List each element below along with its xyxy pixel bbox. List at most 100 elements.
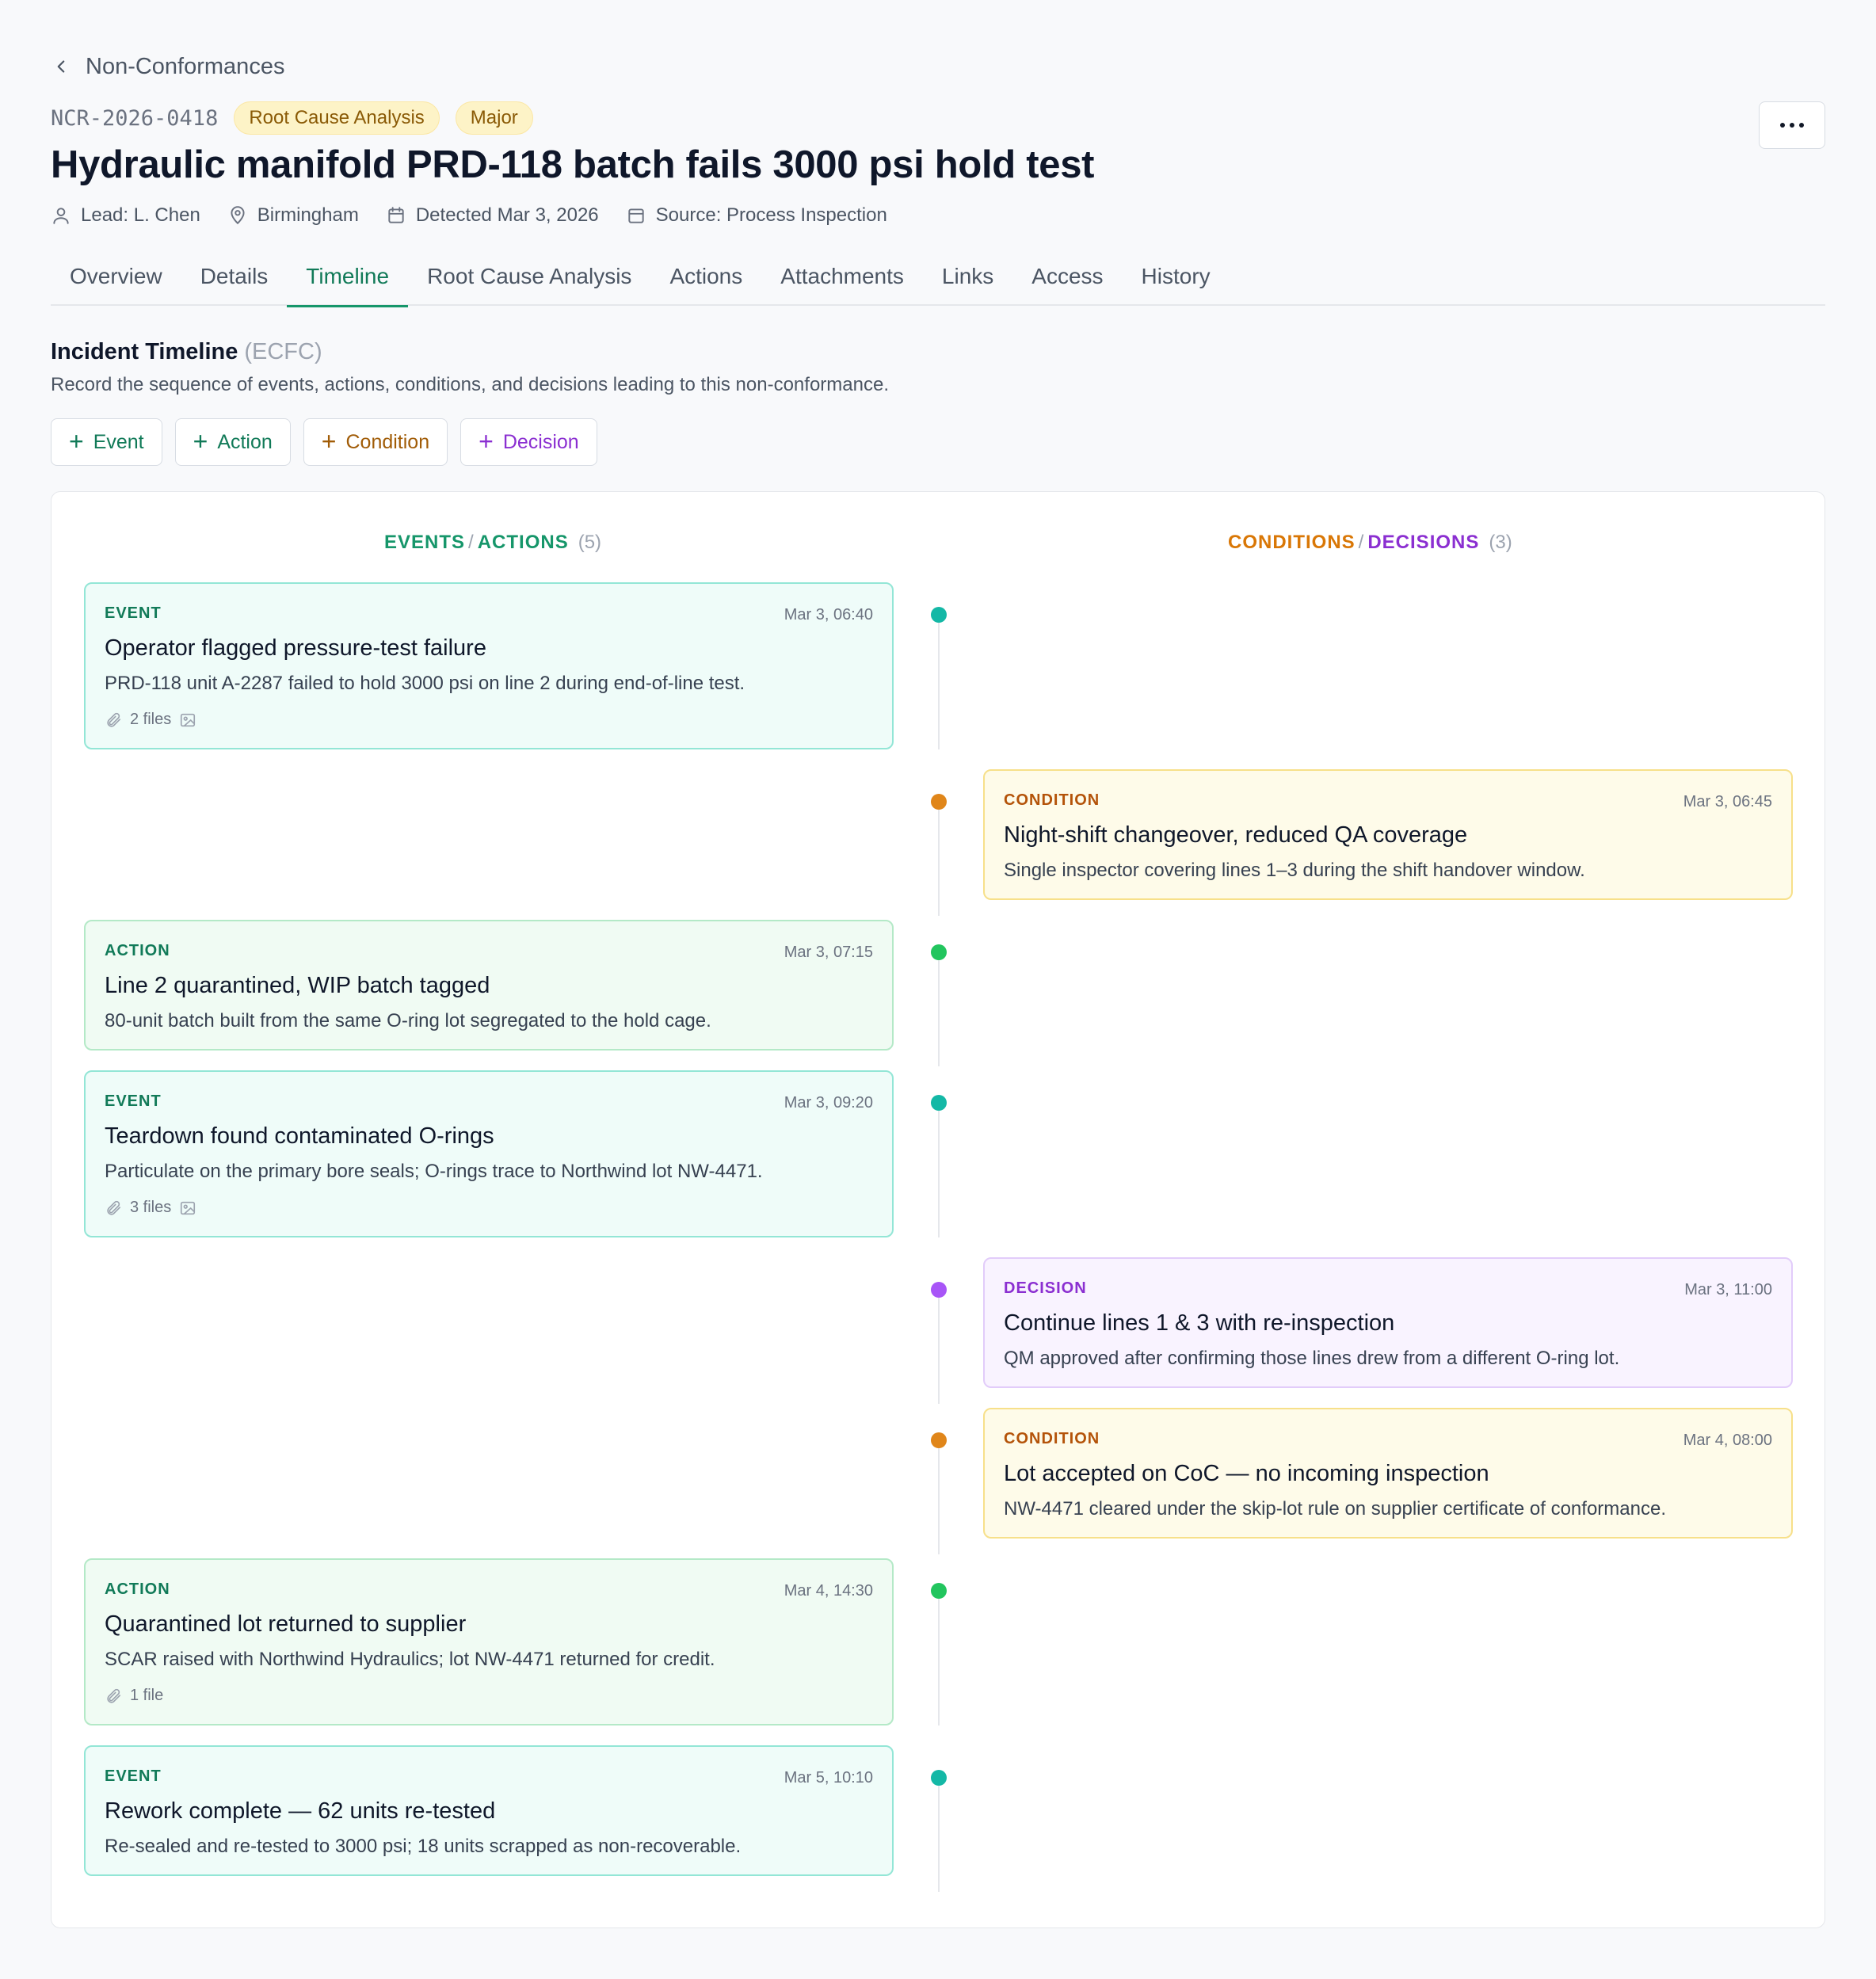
severity-badge: Major xyxy=(455,101,533,135)
entry-title: Teardown found contaminated O-rings xyxy=(105,1123,494,1149)
entry-title: Rework complete — 62 units re-tested xyxy=(105,1798,496,1824)
tab-overview[interactable]: Overview xyxy=(51,247,181,306)
tab-links[interactable]: Links xyxy=(923,247,1012,306)
paperclip-icon xyxy=(107,712,121,727)
entry-title: Line 2 quarantined, WIP batch tagged xyxy=(105,973,490,998)
condition-dot xyxy=(931,1432,947,1448)
timeline-entry-event[interactable]: EVENT Mar 3, 09:20 Teardown found contam… xyxy=(84,1070,894,1237)
chevron-left-icon xyxy=(57,60,65,73)
plus-icon: + xyxy=(193,426,208,456)
entry-description: Particulate on the primary bore seals; O… xyxy=(105,1161,763,1182)
tab-details[interactable]: Details xyxy=(181,247,288,306)
tab-timeline[interactable]: Timeline xyxy=(287,247,408,307)
timeline-connector xyxy=(938,1591,940,1725)
entry-description: Re-sealed and re-tested to 3000 psi; 18 … xyxy=(105,1836,742,1857)
tab-bar: Overview Details Timeline Root Cause Ana… xyxy=(51,247,1825,307)
tab-access[interactable]: Access xyxy=(1012,247,1122,306)
entry-time: Mar 3, 11:00 xyxy=(1684,1281,1772,1298)
timeline-connector xyxy=(938,1778,940,1892)
timeline-connector xyxy=(938,802,940,916)
entry-description: 80-unit batch built from the same O-ring… xyxy=(105,1010,711,1031)
event-dot xyxy=(931,607,947,623)
timeline-connector xyxy=(938,1103,940,1237)
entry-attachments[interactable]: 1 file xyxy=(105,1687,873,1705)
user-icon xyxy=(53,208,69,224)
add-condition-button[interactable]: + Condition xyxy=(303,418,448,466)
paperclip-icon xyxy=(107,1688,121,1703)
entry-description: QM approved after confirming those lines… xyxy=(1004,1348,1620,1369)
timeline-entry-event[interactable]: EVENT Mar 3, 06:40 Operator flagged pres… xyxy=(84,582,894,749)
timeline-connector xyxy=(938,1290,940,1404)
breadcrumb[interactable]: Non-Conformances xyxy=(51,51,284,82)
meta-source: Source: Process Inspection xyxy=(626,204,887,227)
event-dot xyxy=(931,1095,947,1111)
tab-attachments[interactable]: Attachments xyxy=(761,247,923,306)
timeline-entry-condition[interactable]: CONDITION Mar 3, 06:45 Night-shift chang… xyxy=(983,769,1793,900)
entry-title: Lot accepted on CoC — no incoming inspec… xyxy=(1004,1461,1489,1486)
add-decision-button[interactable]: + Decision xyxy=(460,418,597,466)
record-meta: Lead: L. Chen Birmingham Detected Mar 3,… xyxy=(51,201,914,230)
decision-dot xyxy=(931,1282,947,1298)
tab-history[interactable]: History xyxy=(1123,247,1230,306)
tab-actions[interactable]: Actions xyxy=(650,247,761,306)
page-title: Hydraulic manifold PRD-118 batch fails 3… xyxy=(51,143,1095,186)
action-dot xyxy=(931,1583,947,1599)
event-dot xyxy=(931,1770,947,1786)
breadcrumb-label: Non-Conformances xyxy=(86,53,285,79)
plus-icon: + xyxy=(69,426,84,456)
entry-attachments[interactable]: 3 files xyxy=(105,1199,873,1217)
entry-description: SCAR raised with Northwind Hydraulics; l… xyxy=(105,1649,715,1670)
timeline-entry-decision[interactable]: DECISION Mar 3, 11:00 Continue lines 1 &… xyxy=(983,1257,1793,1388)
entry-time: Mar 3, 09:20 xyxy=(784,1094,873,1112)
entry-title: Continue lines 1 & 3 with re-inspection xyxy=(1004,1310,1395,1336)
entry-description: NW-4471 cleared under the skip-lot rule … xyxy=(1004,1498,1666,1520)
more-options-button[interactable] xyxy=(1759,101,1825,149)
image-icon xyxy=(181,1201,196,1214)
calendar-icon xyxy=(388,207,404,223)
record-id-row: NCR-2026-0418 Root Cause Analysis Major xyxy=(51,101,533,135)
add-action-button[interactable]: + Action xyxy=(174,418,291,466)
meta-location: Birmingham xyxy=(227,204,359,227)
timeline-connector xyxy=(938,952,940,1066)
entry-time: Mar 3, 06:45 xyxy=(1683,793,1772,810)
paperclip-icon xyxy=(107,1200,121,1215)
plus-icon: + xyxy=(479,426,494,456)
calendar-icon xyxy=(628,208,644,223)
timeline-entry-action[interactable]: ACTION Mar 3, 07:15 Line 2 quarantined, … xyxy=(84,920,894,1051)
entry-time: Mar 4, 08:00 xyxy=(1683,1432,1772,1449)
image-icon xyxy=(181,713,196,726)
status-badge: Root Cause Analysis xyxy=(234,101,440,135)
timeline-board: EVENTS / ACTIONS (5) CONDITIONS / DECISIONS (3… xyxy=(51,491,1825,1928)
timeline-connector xyxy=(938,1440,940,1554)
entry-time: Mar 5, 10:10 xyxy=(784,1769,873,1786)
section-description: Record the sequence of events, actions, … xyxy=(51,374,889,395)
entry-attachments[interactable]: 2 files xyxy=(105,711,873,729)
more-dots-icon xyxy=(1780,123,1785,128)
entry-title: Quarantined lot returned to supplier xyxy=(105,1611,467,1637)
timeline-entry-event[interactable]: EVENT Mar 5, 10:10 Rework complete — 62 … xyxy=(84,1745,894,1876)
add-event-button[interactable]: + Event xyxy=(51,418,162,466)
map-pin-icon xyxy=(231,206,245,225)
timeline-entry-action[interactable]: ACTION Mar 4, 14:30 Quarantined lot retu… xyxy=(84,1558,894,1725)
plus-icon: + xyxy=(321,426,337,456)
timeline-entry-condition[interactable]: CONDITION Mar 4, 08:00 Lot accepted on C… xyxy=(983,1408,1793,1539)
section-title: Incident Timeline (ECFC) xyxy=(51,339,322,364)
action-dot xyxy=(931,944,947,960)
section-subtitle: (ECFC) xyxy=(244,339,322,364)
meta-detected: Detected Mar 3, 2026 xyxy=(386,204,599,227)
entry-title: Operator flagged pressure-test failure xyxy=(105,635,486,661)
left-column-header: EVENTS / ACTIONS (5) xyxy=(384,532,602,553)
condition-dot xyxy=(931,794,947,810)
entry-description: Single inspector covering lines 1–3 duri… xyxy=(1004,860,1585,881)
entry-time: Mar 3, 06:40 xyxy=(784,606,873,623)
add-entry-toolbar: + Event + Action + Condition + Decision xyxy=(51,418,597,466)
entry-time: Mar 4, 14:30 xyxy=(784,1582,873,1600)
entry-description: PRD-118 unit A-2287 failed to hold 3000 … xyxy=(105,673,745,694)
timeline-connector xyxy=(938,615,940,749)
tab-root-cause-analysis[interactable]: Root Cause Analysis xyxy=(408,247,650,306)
entry-title: Night-shift changeover, reduced QA cover… xyxy=(1004,822,1468,848)
record-id: NCR-2026-0418 xyxy=(51,105,219,131)
meta-lead: Lead: L. Chen xyxy=(51,204,200,227)
entry-time: Mar 3, 07:15 xyxy=(784,944,873,961)
right-column-header: CONDITIONS / DECISIONS (3) xyxy=(1228,532,1512,553)
